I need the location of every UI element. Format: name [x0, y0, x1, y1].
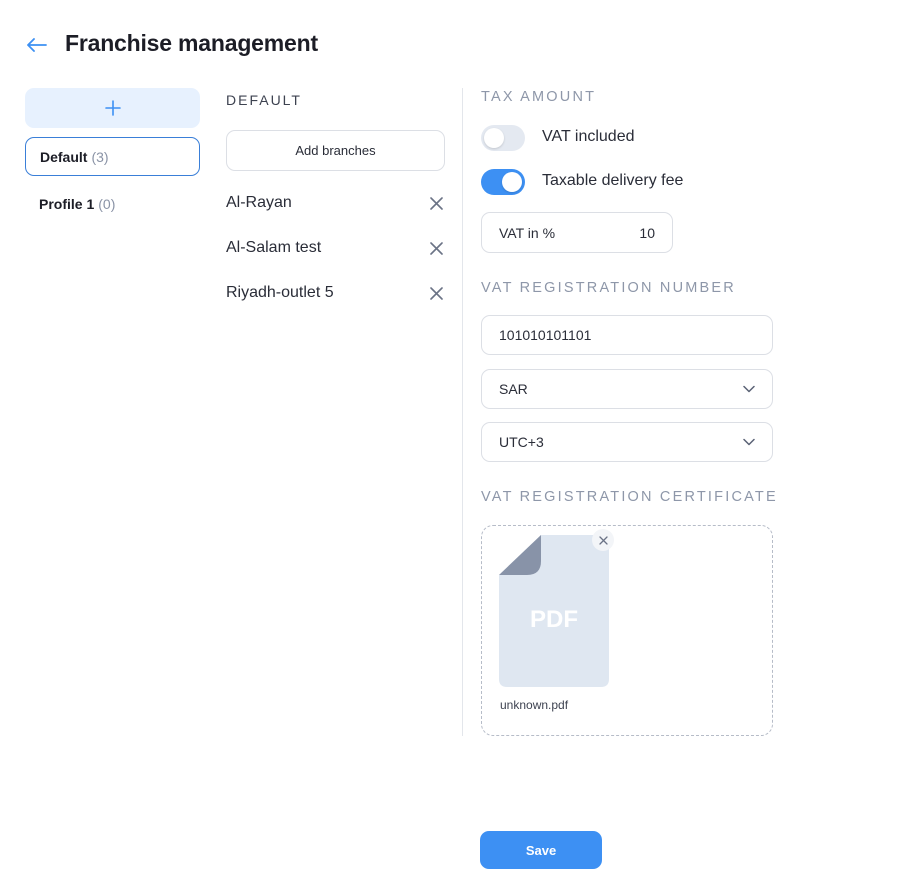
toggle-knob [484, 128, 504, 148]
add-profile-button[interactable] [25, 88, 200, 128]
vat-number-input[interactable] [499, 327, 755, 343]
taxable-delivery-label: Taxable delivery fee [542, 172, 684, 189]
save-button[interactable]: Save [480, 831, 602, 869]
remove-branch-button[interactable] [427, 194, 445, 212]
profile-label: Default [40, 148, 88, 165]
certificate-upload-area[interactable]: PDF unknown.pdf [481, 525, 773, 736]
vat-certificate-title: VAT REGISTRATION CERTIFICATE [481, 489, 778, 505]
branches-section-title: DEFAULT [226, 92, 302, 108]
back-button[interactable] [26, 34, 48, 56]
remove-branch-button[interactable] [427, 284, 445, 302]
pdf-file-icon: PDF [499, 535, 609, 687]
timezone-select[interactable]: UTC+3 [481, 422, 773, 462]
add-branches-button[interactable]: Add branches [226, 130, 445, 171]
plus-icon [104, 100, 121, 116]
branch-row: Al-Rayan [226, 191, 445, 215]
close-icon [429, 241, 443, 255]
chevron-down-icon [743, 438, 755, 446]
toggle-knob [502, 172, 522, 192]
vat-percent-input[interactable] [615, 224, 655, 241]
timezone-value: UTC+3 [499, 434, 544, 450]
file-name: unknown.pdf [500, 698, 569, 712]
vat-included-label: VAT included [542, 128, 635, 145]
page-title: Franchise management [65, 30, 318, 56]
branch-row: Riyadh-outlet 5 [226, 281, 445, 305]
chevron-down-icon [743, 385, 755, 393]
branch-row: Al-Salam test [226, 236, 445, 260]
arrow-left-icon [27, 38, 47, 52]
profile-item-profile-1[interactable]: Profile 1 (0) [25, 184, 200, 223]
remove-file-button[interactable] [592, 529, 614, 551]
currency-value: SAR [499, 381, 528, 397]
currency-select[interactable]: SAR [481, 369, 773, 409]
vat-registration-number-title: VAT REGISTRATION NUMBER [481, 280, 736, 296]
profile-item-default[interactable]: Default (3) [25, 137, 200, 176]
profile-label: Profile 1 [39, 195, 95, 212]
close-icon [429, 196, 443, 210]
vat-included-toggle[interactable] [481, 125, 525, 151]
profile-count: (3) [91, 148, 109, 165]
remove-branch-button[interactable] [427, 239, 445, 257]
tax-amount-title: TAX AMOUNT [481, 89, 597, 105]
vat-number-field [481, 315, 773, 355]
profile-count: (0) [98, 195, 116, 212]
branch-name: Riyadh-outlet 5 [226, 284, 334, 301]
close-icon [598, 535, 608, 545]
taxable-delivery-toggle[interactable] [481, 169, 525, 195]
branch-name: Al-Salam test [226, 239, 322, 256]
pdf-badge: PDF [530, 606, 578, 633]
close-icon [429, 286, 443, 300]
branch-name: Al-Rayan [226, 194, 292, 211]
vat-percent-field: VAT in % [481, 212, 673, 253]
vat-percent-label: VAT in % [499, 224, 556, 241]
column-divider [462, 88, 463, 736]
